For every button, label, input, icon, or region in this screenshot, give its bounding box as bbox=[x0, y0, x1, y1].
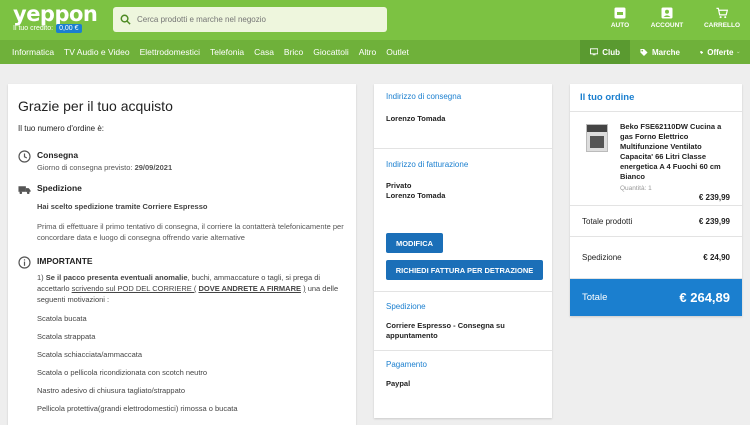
nav-item-altro[interactable]: Altro bbox=[354, 47, 381, 57]
nav-right-group: Club Marche Offerte bbox=[580, 40, 750, 64]
product-price: € 239,99 bbox=[698, 193, 730, 202]
shipping-cost-label: Spedizione bbox=[582, 253, 622, 262]
offerte-button[interactable]: Offerte bbox=[690, 40, 750, 64]
cart-button[interactable]: CARRELLO bbox=[702, 7, 742, 29]
nav-item-telefonia[interactable]: Telefonia bbox=[205, 47, 249, 57]
shipping-cost-value: € 24,90 bbox=[703, 253, 730, 262]
important-section: IMPORTANTE bbox=[18, 256, 346, 269]
info-icon bbox=[18, 256, 31, 269]
credit-info: Il tuo credito: 0,00 € bbox=[13, 24, 82, 33]
spedizione-section: Spedizione bbox=[18, 183, 346, 196]
offerte-label: Offerte bbox=[707, 47, 734, 57]
total-value: € 264,89 bbox=[679, 290, 730, 305]
important-underline-1: scrivendo sul POD DEL CORRIERE ( bbox=[71, 284, 197, 293]
nav-item-giocattoli[interactable]: Giocattoli bbox=[308, 47, 353, 57]
reason-item: Scatola o pellicola ricondizionata con s… bbox=[37, 368, 208, 377]
nav-item-informatica[interactable]: Informatica bbox=[0, 47, 59, 57]
consegna-subtitle: Giorno di consegna previsto: 29/09/2021 bbox=[37, 163, 172, 172]
modifica-button[interactable]: MODIFICA bbox=[386, 233, 443, 253]
total-row: Totale € 264,89 bbox=[570, 279, 742, 316]
important-bold: Se il pacco presenta eventuali anomalie bbox=[45, 273, 188, 282]
account-label: ACCOUNT bbox=[650, 22, 684, 29]
important-text: 1) Se il pacco presenta eventuali anomal… bbox=[18, 272, 346, 305]
delivery-address-label: Indirizzo di consegna bbox=[386, 92, 462, 101]
reason-item: Scatola strappata bbox=[37, 332, 96, 341]
nav-item-casa[interactable]: Casa bbox=[249, 47, 279, 57]
consegna-date: 29/09/2021 bbox=[134, 163, 173, 172]
product-image[interactable] bbox=[586, 124, 608, 152]
site-header: yeppon Il tuo credito: 0,00 € AUTO ACCOU… bbox=[0, 0, 750, 40]
tag-icon bbox=[700, 50, 704, 54]
reason-item: Scatola bucata bbox=[37, 314, 87, 323]
tag-icon bbox=[640, 48, 648, 56]
consegna-title: Consegna bbox=[37, 150, 79, 160]
nav-item-tv-audio-video[interactable]: TV Audio e Video bbox=[59, 47, 135, 57]
account-button[interactable]: ACCOUNT bbox=[647, 7, 687, 29]
order-product: Beko FSE62110DW Cucina a gas Forno Elett… bbox=[570, 112, 742, 206]
search-bar[interactable] bbox=[113, 7, 387, 32]
nav-item-elettrodomestici[interactable]: Elettrodomestici bbox=[135, 47, 205, 57]
subtotal-row: Totale prodotti € 239,99 bbox=[570, 206, 742, 237]
nav-item-outlet[interactable]: Outlet bbox=[381, 47, 414, 57]
reason-item: Scatola schiacciata/ammaccata bbox=[37, 350, 143, 359]
club-button[interactable]: Club bbox=[580, 40, 630, 64]
consegna-date-label: Giorno di consegna previsto: bbox=[37, 163, 133, 172]
credit-label: Il tuo credito: bbox=[13, 25, 54, 32]
clock-icon bbox=[18, 150, 31, 163]
reason-item: Nastro adesivo di chiusura tagliato/stra… bbox=[37, 386, 186, 395]
order-summary-title: Il tuo ordine bbox=[570, 84, 742, 112]
marche-label: Marche bbox=[651, 47, 680, 57]
auto-label: AUTO bbox=[610, 22, 630, 29]
subtotal-label: Totale prodotti bbox=[582, 216, 633, 226]
account-icon bbox=[661, 7, 673, 19]
cart-icon bbox=[716, 7, 728, 19]
club-label: Club bbox=[602, 47, 620, 57]
truck-icon bbox=[18, 186, 31, 195]
shipping-cost-row: Spedizione € 24,90 bbox=[570, 237, 742, 279]
chevron-down-icon bbox=[737, 51, 740, 53]
payment-label: Pagamento bbox=[386, 360, 427, 369]
consegna-section: Consegna Giorno di consegna previsto: 29… bbox=[18, 150, 346, 172]
spedizione-detail: Hai scelto spedizione tramite Corriere E… bbox=[18, 202, 346, 243]
cart-label: CARRELLO bbox=[703, 22, 741, 29]
search-icon[interactable] bbox=[113, 7, 137, 32]
order-number-label: Il tuo numero d'ordine è: bbox=[18, 124, 105, 133]
product-name[interactable]: Beko FSE62110DW Cucina a gas Forno Elett… bbox=[620, 122, 732, 182]
spedizione-method: Hai scelto spedizione tramite Corriere E… bbox=[37, 202, 208, 211]
credit-badge[interactable]: 0,00 € bbox=[56, 24, 82, 33]
auto-button[interactable]: AUTO bbox=[600, 7, 640, 29]
order-summary-card: Il tuo ordine Beko FSE62110DW Cucina a g… bbox=[570, 84, 742, 316]
important-underline-2: DOVE ANDRETE A FIRMARE bbox=[198, 284, 301, 293]
shipping-value: Corriere Espresso - Consegna su appuntam… bbox=[386, 321, 505, 340]
marche-button[interactable]: Marche bbox=[630, 40, 690, 64]
address-card: Indirizzo di consegna Lorenzo Tomada Ind… bbox=[374, 84, 552, 418]
page-title: Grazie per il tuo acquisto bbox=[18, 98, 173, 114]
yeppon-logo[interactable]: yeppon bbox=[13, 2, 98, 26]
divider bbox=[374, 350, 552, 351]
important-number: 1) bbox=[37, 273, 44, 282]
billing-name: Lorenzo Tomada bbox=[386, 191, 446, 200]
payment-value: Paypal bbox=[386, 379, 411, 388]
nav-item-brico[interactable]: Brico bbox=[279, 47, 308, 57]
category-nav: Informatica TV Audio e Video Elettrodome… bbox=[0, 40, 750, 64]
monitor-icon bbox=[590, 48, 599, 56]
spedizione-title: Spedizione bbox=[37, 183, 82, 193]
total-label: Totale bbox=[582, 292, 608, 303]
thank-you-card: Grazie per il tuo acquisto Il tuo numero… bbox=[8, 84, 356, 425]
divider bbox=[374, 291, 552, 292]
request-invoice-button[interactable]: RICHIEDI FATTURA PER DETRAZIONE bbox=[386, 260, 543, 280]
divider bbox=[374, 148, 552, 149]
car-icon bbox=[614, 7, 626, 19]
search-input[interactable] bbox=[137, 15, 377, 24]
important-underline-3: ) bbox=[303, 284, 306, 293]
shipping-label: Spedizione bbox=[386, 302, 426, 311]
subtotal-value: € 239,99 bbox=[698, 216, 730, 226]
billing-type: Privato bbox=[386, 181, 412, 190]
reason-item: Pellicola protettiva(grandi elettrodomes… bbox=[37, 404, 238, 413]
product-quantity: Quantità: 1 bbox=[620, 185, 652, 192]
spedizione-text: Prima di effettuare il primo tentativo d… bbox=[37, 222, 344, 242]
delivery-address-name: Lorenzo Tomada bbox=[386, 114, 446, 123]
billing-address-label: Indirizzo di fatturazione bbox=[386, 160, 469, 169]
important-title: IMPORTANTE bbox=[37, 256, 93, 266]
